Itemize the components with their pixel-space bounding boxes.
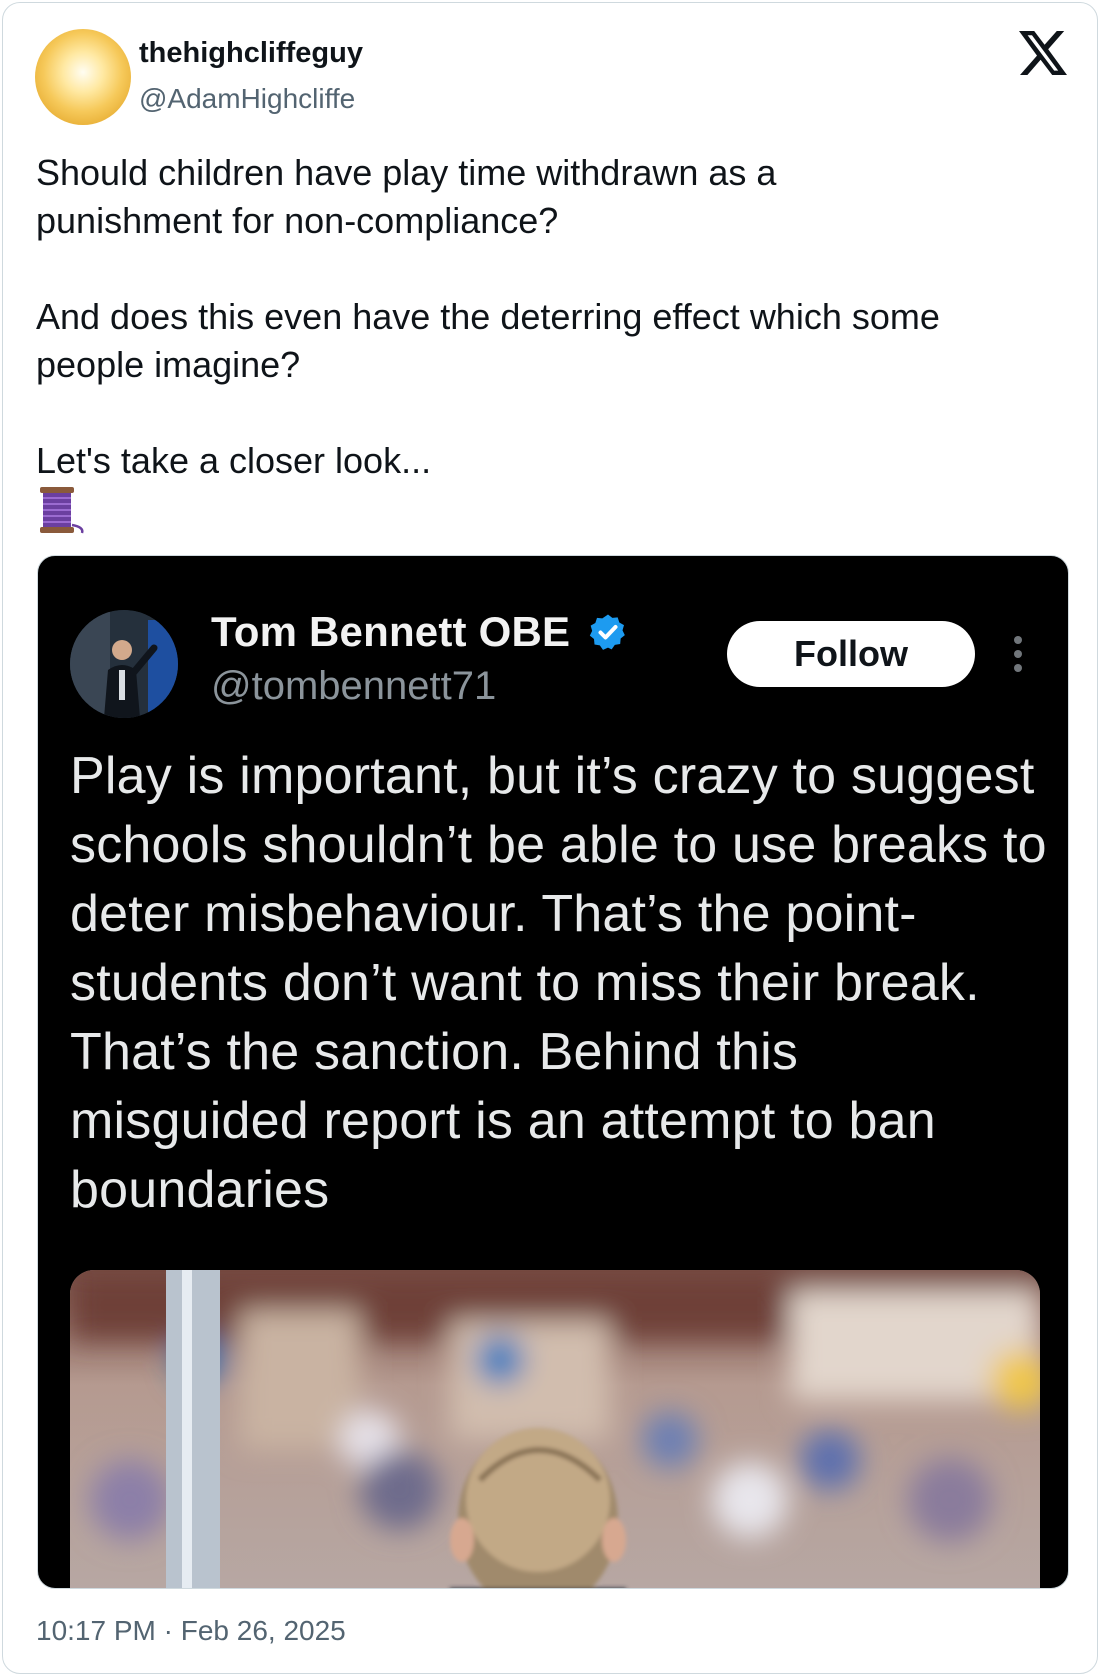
- quoted-tweet-text: Play is important, but it’s crazy to sug…: [70, 747, 1047, 1219]
- more-options-icon: [1012, 636, 1024, 676]
- tweet-card: thehighcliffeguy @AdamHighcliffe Should …: [2, 2, 1098, 1674]
- follow-button: Follow: [727, 621, 975, 687]
- quoted-photo: [70, 1270, 1040, 1588]
- author-display-name[interactable]: thehighcliffeguy: [139, 37, 363, 70]
- author-handle[interactable]: @AdamHighcliffe: [139, 83, 355, 115]
- quoted-display-name: Tom Bennett OBE: [211, 608, 571, 655]
- tweet-text: Should children have play time withdrawn…: [36, 152, 940, 481]
- quoted-handle: @tombennett71: [211, 664, 497, 708]
- verified-badge-icon: [589, 614, 625, 650]
- x-logo-icon[interactable]: [1019, 31, 1067, 75]
- thread-spool-icon: [40, 487, 84, 534]
- quoted-tweet-image[interactable]: Tom Bennett OBE @tombennett71 Follow Pla…: [37, 555, 1069, 1589]
- author-avatar[interactable]: [35, 29, 131, 125]
- quoted-avatar: [70, 610, 178, 718]
- tweet-timestamp[interactable]: 10:17 PM · Feb 26, 2025: [36, 1615, 346, 1647]
